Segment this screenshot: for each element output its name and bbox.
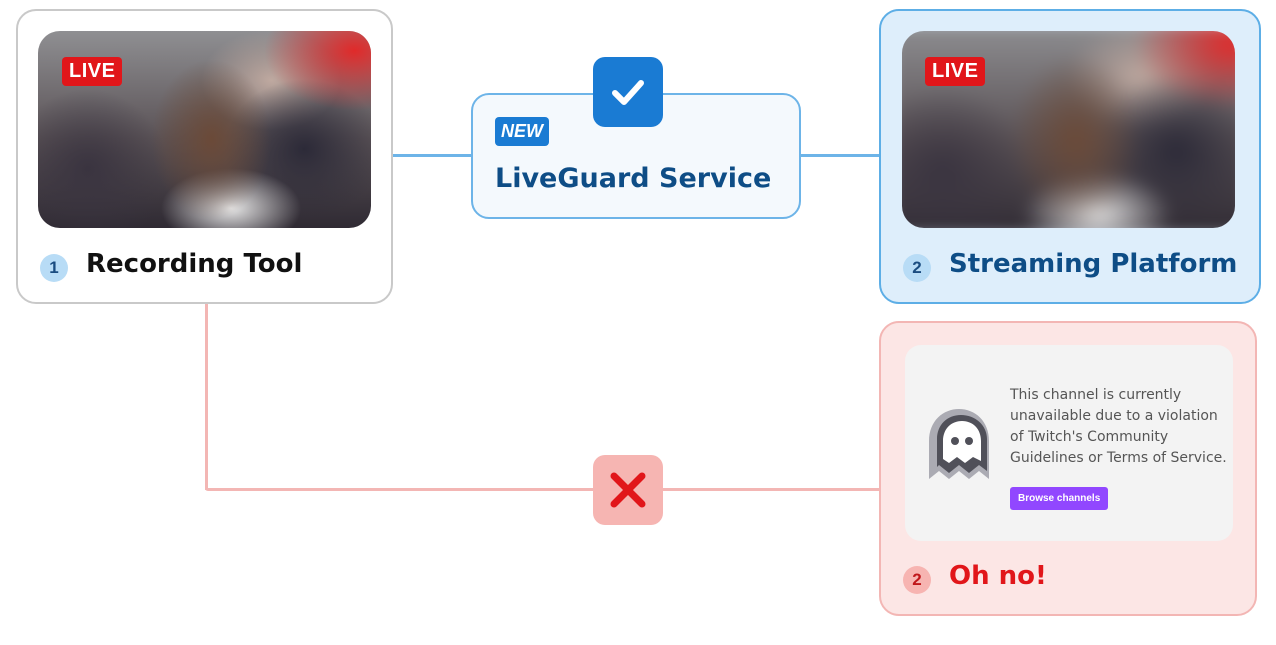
card-title: Oh no!: [949, 561, 1047, 591]
step-number: 1: [40, 254, 68, 282]
streaming-platform-card: LIVE 2 Streaming Platform: [879, 9, 1261, 304]
connector-source-down: [205, 304, 208, 490]
new-badge: NEW: [495, 117, 549, 146]
connector-source-to-failure: [205, 488, 881, 491]
connector-service-to-platform: [801, 154, 881, 157]
ghost-icon: [929, 409, 989, 479]
step-number: 2: [903, 566, 931, 594]
live-badge: LIVE: [925, 57, 986, 86]
browse-channels-button[interactable]: Browse channels: [1010, 487, 1109, 510]
checkmark-icon: [593, 57, 663, 127]
service-title: LiveGuard Service: [495, 163, 772, 194]
card-title: Streaming Platform: [949, 249, 1238, 279]
x-icon: [593, 455, 663, 525]
live-badge: LIVE: [62, 57, 123, 86]
failure-card: This channel is currently unavailable du…: [879, 321, 1257, 616]
connector-source-to-service: [393, 154, 473, 157]
step-number: 2: [903, 254, 931, 282]
ban-message: This channel is currently unavailable du…: [1010, 387, 1227, 466]
channel-unavailable-panel: This channel is currently unavailable du…: [905, 345, 1233, 541]
recording-tool-card: LIVE 1 Recording Tool: [16, 9, 393, 304]
card-title: Recording Tool: [86, 249, 303, 279]
